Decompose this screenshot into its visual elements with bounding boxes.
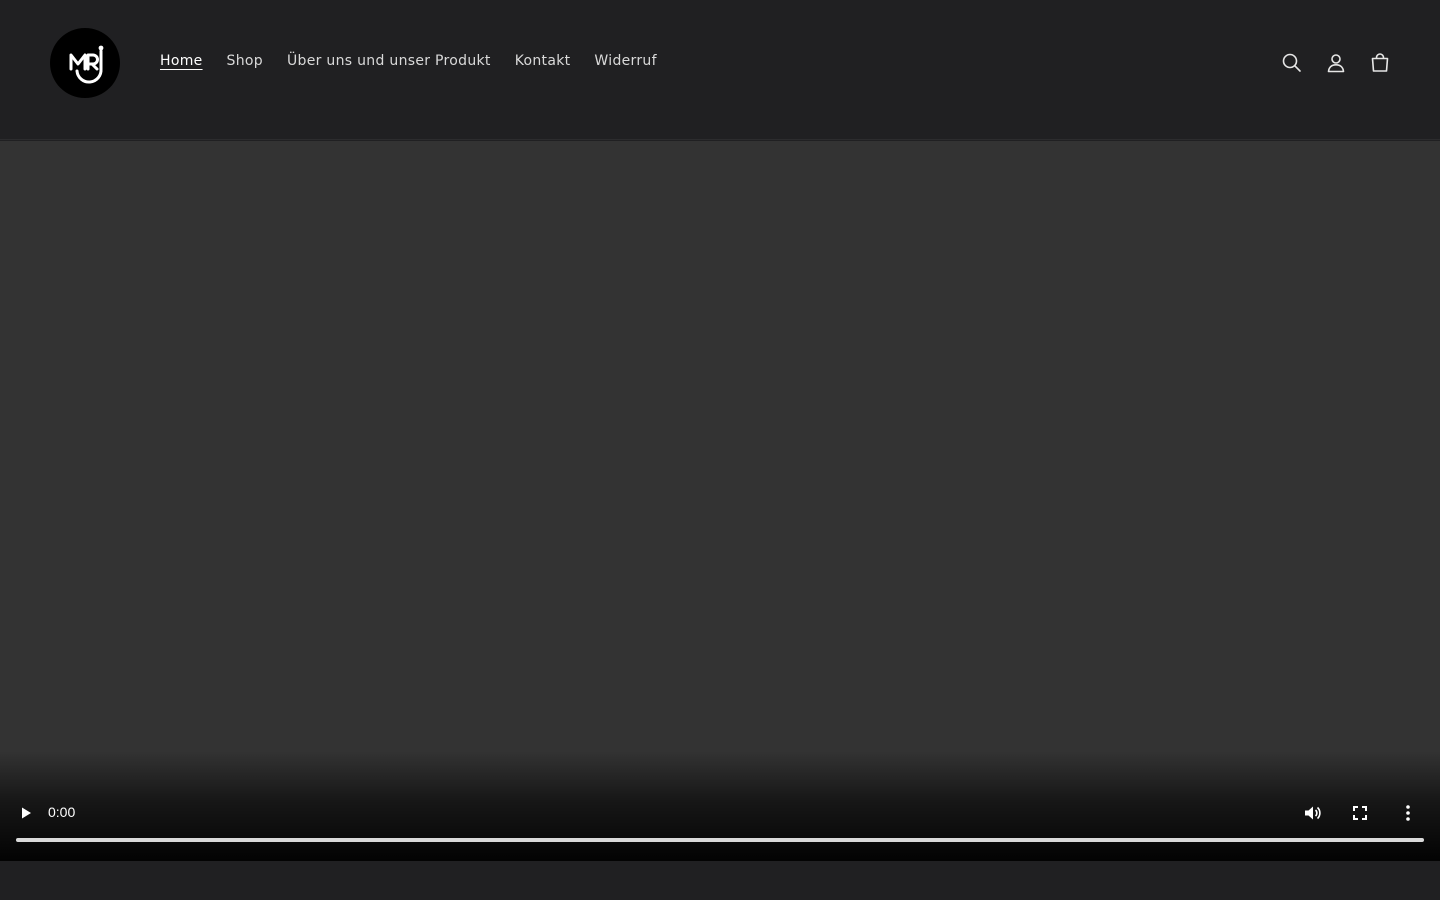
fullscreen-button[interactable] [1336,797,1384,829]
site-logo[interactable] [50,28,120,98]
mrj-logo-icon [69,45,104,84]
nav-home[interactable]: Home [148,49,215,73]
more-options-button[interactable] [1384,797,1432,829]
nav-about[interactable]: Über uns und unser Produkt [275,49,503,73]
volume-button[interactable] [1288,797,1336,829]
more-options-icon [1406,805,1410,821]
page-section-below-video [0,861,1440,900]
account-button[interactable] [1314,44,1358,82]
account-icon [1327,54,1345,73]
video-time: 0:00 [48,804,76,820]
volume-icon [1305,806,1321,820]
video-controls-right [1288,797,1432,829]
video-player[interactable]: 0:00 [0,141,1440,861]
play-button[interactable] [12,799,40,827]
play-icon [22,807,31,819]
fullscreen-icon [1353,806,1367,820]
main-nav: Home Shop Über uns und unser Produkt Kon… [148,48,669,74]
nav-withdrawal[interactable]: Widerruf [582,49,668,73]
search-icon [1282,53,1301,72]
cart-icon [1371,53,1389,72]
site-header: Home Shop Über uns und unser Produkt Kon… [0,0,1440,140]
search-button[interactable] [1270,44,1314,82]
cart-button[interactable] [1358,44,1402,82]
video-controls: 0:00 [0,793,1440,833]
video-progress-bar[interactable] [16,838,1424,842]
header-icons [1270,44,1402,82]
nav-contact[interactable]: Kontakt [503,49,583,73]
nav-shop[interactable]: Shop [215,49,275,73]
